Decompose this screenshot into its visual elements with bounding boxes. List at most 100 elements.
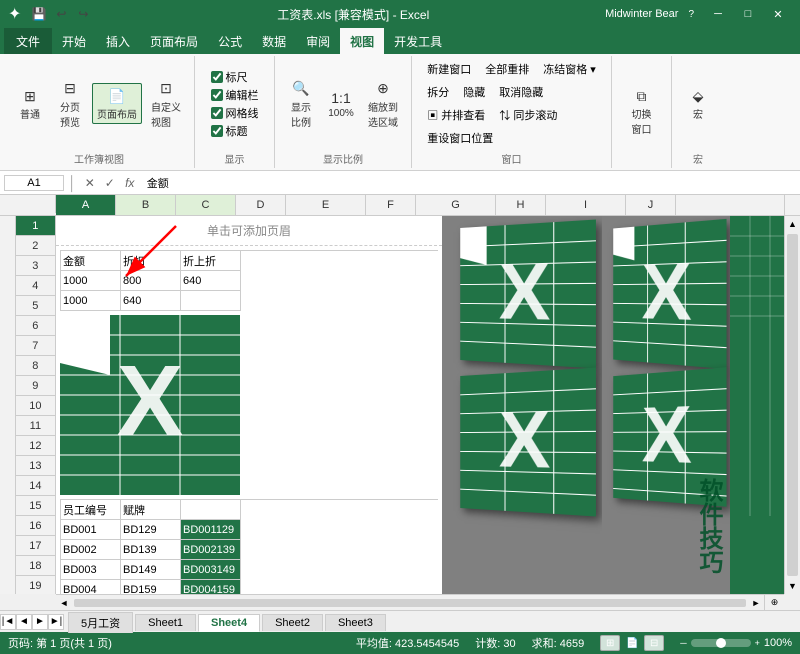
tab-last-btn[interactable]: ►|	[48, 614, 64, 630]
page-layout-status-btn[interactable]: 📄	[622, 635, 642, 651]
page-4[interactable]: X	[613, 219, 726, 369]
cell-c21[interactable]: BD004159	[181, 580, 241, 594]
col-header-j[interactable]: J	[626, 195, 676, 215]
undo-qa-btn[interactable]: ↩	[51, 4, 71, 24]
col-header-h[interactable]: H	[496, 195, 546, 215]
zoom-100-btn[interactable]: 1:1 100%	[323, 85, 359, 122]
macro-btn[interactable]: ⬙ 宏	[680, 83, 716, 124]
page-break-preview-btn[interactable]: ⊟ 分页预览	[52, 76, 88, 132]
vertical-scrollbar[interactable]: ▲ ▼	[784, 216, 800, 594]
cell-b21[interactable]: BD159	[121, 580, 181, 594]
zoom-minus-btn[interactable]: ─	[680, 638, 686, 648]
freeze-panes-btn[interactable]: 冻结窗格 ▾	[538, 58, 601, 80]
col-header-f[interactable]: F	[366, 195, 416, 215]
row-header-13[interactable]: 13	[16, 456, 55, 476]
row-header-18[interactable]: 18	[16, 556, 55, 576]
normal-view-status-btn[interactable]: ⊞	[600, 635, 620, 651]
page-2[interactable]: X	[460, 220, 596, 369]
cancel-formula-icon[interactable]: ✕	[81, 174, 99, 192]
cell-a17[interactable]: 员工编号	[61, 500, 121, 520]
tab-home[interactable]: 开始	[52, 28, 96, 54]
row-header-9[interactable]: 9	[16, 376, 55, 396]
confirm-formula-icon[interactable]: ✓	[101, 174, 119, 192]
row-header-16[interactable]: 16	[16, 516, 55, 536]
tab-next-btn[interactable]: ►	[32, 614, 48, 630]
cell-c19[interactable]: BD002139	[181, 540, 241, 560]
tab-data[interactable]: 数据	[252, 28, 296, 54]
row-header-15[interactable]: 15	[16, 496, 55, 516]
redo-qa-btn[interactable]: ↪	[73, 4, 93, 24]
col-header-b[interactable]: B	[116, 195, 176, 215]
page-5[interactable]: X	[613, 367, 726, 507]
cell-c3[interactable]	[181, 291, 241, 311]
cell-b1[interactable]: 折扣	[121, 251, 181, 271]
row-header-4[interactable]: 4	[16, 276, 55, 296]
headings-checkbox[interactable]: 标题	[211, 123, 259, 139]
reset-window-btn[interactable]: 重设窗口位置	[422, 127, 498, 149]
cell-b3[interactable]: 640	[121, 291, 181, 311]
scroll-right-btn[interactable]: ►	[748, 595, 764, 611]
col-header-i[interactable]: I	[546, 195, 626, 215]
row-header-17[interactable]: 17	[16, 536, 55, 556]
zoom-selection-btn[interactable]: ⊕ 缩放到选区域	[363, 76, 403, 132]
zoom-btn[interactable]: 🔍 显示比例	[283, 76, 319, 132]
new-window-btn[interactable]: 新建窗口	[422, 58, 476, 80]
switch-window-btn[interactable]: ⧉ 切换窗口	[624, 83, 660, 139]
close-button[interactable]: ✕	[764, 0, 792, 28]
cell-a1[interactable]: 金额	[61, 251, 121, 271]
save-qa-btn[interactable]: 💾	[29, 4, 49, 24]
row-header-7[interactable]: 7	[16, 336, 55, 356]
cell-c17[interactable]	[181, 500, 241, 520]
split-btn[interactable]: 拆分	[422, 81, 454, 103]
tab-review[interactable]: 审阅	[296, 28, 340, 54]
scroll-down-btn[interactable]: ▼	[785, 578, 800, 594]
unhide-btn[interactable]: 取消隐藏	[494, 81, 548, 103]
cell-c1[interactable]: 折上折	[181, 251, 241, 271]
col-header-e[interactable]: E	[286, 195, 366, 215]
gridlines-check-input[interactable]	[211, 107, 223, 119]
sheet-tab-sheet4[interactable]: Sheet4	[198, 614, 260, 632]
fx-icon[interactable]: fx	[121, 174, 139, 192]
tab-pagelayout[interactable]: 页面布局	[140, 28, 208, 54]
cell-a20[interactable]: BD003	[61, 560, 121, 580]
row-header-8[interactable]: 8	[16, 356, 55, 376]
sheet-tab-sheet3[interactable]: Sheet3	[325, 614, 386, 631]
cell-b2[interactable]: 800	[121, 271, 181, 291]
tab-first-btn[interactable]: |◄	[0, 614, 16, 630]
sheet-tab-5yuegongzi[interactable]: 5月工资	[68, 612, 133, 633]
tab-developer[interactable]: 开发工具	[384, 28, 452, 54]
col-header-a[interactable]: A	[56, 195, 116, 215]
formula-input[interactable]	[143, 176, 796, 190]
cell-c20[interactable]: BD003149	[181, 560, 241, 580]
hide-btn[interactable]: 隐藏	[458, 81, 490, 103]
tab-file[interactable]: 文件	[4, 28, 52, 54]
col-header-g[interactable]: G	[416, 195, 496, 215]
page-layout-view-btn[interactable]: 📄 页面布局	[92, 83, 142, 124]
tab-insert[interactable]: 插入	[96, 28, 140, 54]
cell-a18[interactable]: BD001	[61, 520, 121, 540]
maximize-button[interactable]: □	[734, 0, 762, 28]
row-header-19[interactable]: 19	[16, 576, 55, 594]
formula-bar-checkbox[interactable]: 编辑栏	[211, 87, 259, 103]
h-scroll-thumb[interactable]	[74, 599, 746, 607]
help-icon[interactable]: ?	[686, 9, 696, 20]
cell-a21[interactable]: BD004	[61, 580, 121, 594]
sheet-tab-sheet2[interactable]: Sheet2	[262, 614, 323, 631]
page-header-hint[interactable]: 单击可添加页眉	[56, 216, 442, 246]
cell-reference-input[interactable]	[4, 175, 64, 191]
cell-b17[interactable]: 赋牌	[121, 500, 181, 520]
page-break-status-btn[interactable]: ⊟	[644, 635, 664, 651]
cell-b20[interactable]: BD149	[121, 560, 181, 580]
cell-b19[interactable]: BD139	[121, 540, 181, 560]
custom-views-btn[interactable]: ⊡ 自定义视图	[146, 76, 186, 132]
cell-a19[interactable]: BD002	[61, 540, 121, 560]
scroll-thumb[interactable]	[787, 234, 798, 576]
view-side-by-side-btn[interactable]: ▣ 并排查看	[422, 104, 490, 126]
row-header-14[interactable]: 14	[16, 476, 55, 496]
row-header-1[interactable]: 1	[16, 216, 55, 236]
headings-check-input[interactable]	[211, 125, 223, 137]
tab-prev-btn[interactable]: ◄	[16, 614, 32, 630]
row-header-3[interactable]: 3	[16, 256, 55, 276]
row-header-12[interactable]: 12	[16, 436, 55, 456]
sync-scroll-btn[interactable]: ⇅ 同步滚动	[494, 104, 562, 126]
